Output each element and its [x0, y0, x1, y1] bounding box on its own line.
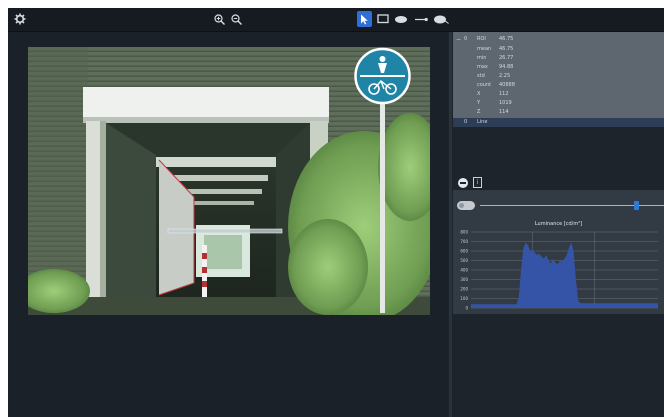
selected-roi-row[interactable]: 0 Line — [453, 118, 664, 127]
y-tick-label: 600 — [460, 249, 468, 254]
roi-name: ROI — [477, 36, 486, 42]
y-tick-label: 700 — [460, 239, 468, 244]
selected-roi-index: 0 — [464, 119, 468, 125]
export-icon[interactable]: i — [473, 177, 482, 188]
histogram-area — [471, 242, 658, 308]
roi-index: 0 — [464, 36, 468, 42]
stat-value: 1019 — [499, 100, 512, 106]
stat-value: 114 — [499, 109, 509, 115]
stat-row: X 112 — [453, 90, 664, 99]
stat-key: X — [477, 91, 481, 97]
tunnel-photo — [28, 47, 430, 315]
range-slider-thumb[interactable] — [634, 201, 640, 210]
stat-key: mean — [477, 46, 492, 52]
y-tick-label: 500 — [460, 258, 468, 263]
luminance-histogram: 800 700 600 500 400 300 200 100 0 — [460, 230, 658, 311]
y-tick-label: 100 — [460, 296, 468, 301]
stat-row: mean 46.75 — [453, 45, 664, 54]
selected-roi-name: Line — [477, 119, 488, 125]
y-tick-label: 300 — [460, 277, 468, 282]
stat-value: 2.25 — [499, 73, 511, 79]
stat-row: min 26.77 — [453, 54, 664, 63]
polygon-icon[interactable] — [432, 11, 450, 27]
stat-value: 94.88 — [499, 64, 514, 70]
zoom-in-icon[interactable] — [212, 11, 226, 27]
zoom-out-icon[interactable] — [229, 11, 243, 27]
rectangle-icon[interactable] — [376, 11, 390, 27]
stat-row: max 94.88 — [453, 63, 664, 72]
stat-row: std 2.25 — [453, 72, 664, 81]
stat-key: count — [477, 82, 492, 88]
stat-value: 112 — [499, 91, 509, 97]
stat-key: min — [477, 55, 487, 61]
histogram-title: Luminance [cd/m²] — [534, 221, 583, 227]
stat-value: 40888 — [499, 82, 515, 88]
ellipse-icon[interactable] — [393, 11, 409, 27]
roi-header-row[interactable]: − 0 ROI 46.75 — [453, 35, 664, 44]
stat-key: Z — [477, 109, 481, 115]
y-tick-label: 200 — [460, 287, 468, 292]
gear-icon[interactable] — [12, 11, 28, 27]
histogram-toggle[interactable] — [457, 201, 475, 210]
stat-row: count 40888 — [453, 81, 664, 90]
side-panel: − 0 ROI 46.75 mean 46.75 min 26.77 max 9… — [453, 32, 664, 417]
toolbar — [8, 8, 664, 32]
remove-icon[interactable] — [458, 178, 468, 188]
line-icon[interactable] — [413, 11, 429, 27]
image-viewport[interactable] — [8, 32, 448, 417]
panel-splitter[interactable] — [449, 32, 452, 417]
histogram-controls: i — [453, 176, 664, 190]
stat-value: 46.75 — [499, 46, 514, 52]
stat-value: 26.77 — [499, 55, 514, 61]
y-tick-label: 800 — [460, 230, 468, 235]
pointer-icon[interactable] — [357, 11, 372, 27]
roi-value: 46.75 — [499, 36, 514, 42]
stat-row: Z 114 — [453, 108, 664, 117]
stat-row: Y 1019 — [453, 99, 664, 108]
y-tick-label: 0 — [465, 306, 468, 311]
collapse-icon[interactable]: − — [456, 35, 461, 44]
stat-key: std — [477, 73, 485, 79]
stat-key: Y — [477, 100, 481, 106]
y-tick-label: 400 — [460, 268, 468, 273]
stat-key: max — [477, 64, 488, 70]
histogram-panel: Luminance [cd/m²] 800 700 600 500 400 300 200 1… — [453, 190, 664, 314]
roi-statistics-table: − 0 ROI 46.75 mean 46.75 min 26.77 max 9… — [453, 32, 664, 118]
app-window: − 0 ROI 46.75 mean 46.75 min 26.77 max 9… — [8, 8, 664, 417]
